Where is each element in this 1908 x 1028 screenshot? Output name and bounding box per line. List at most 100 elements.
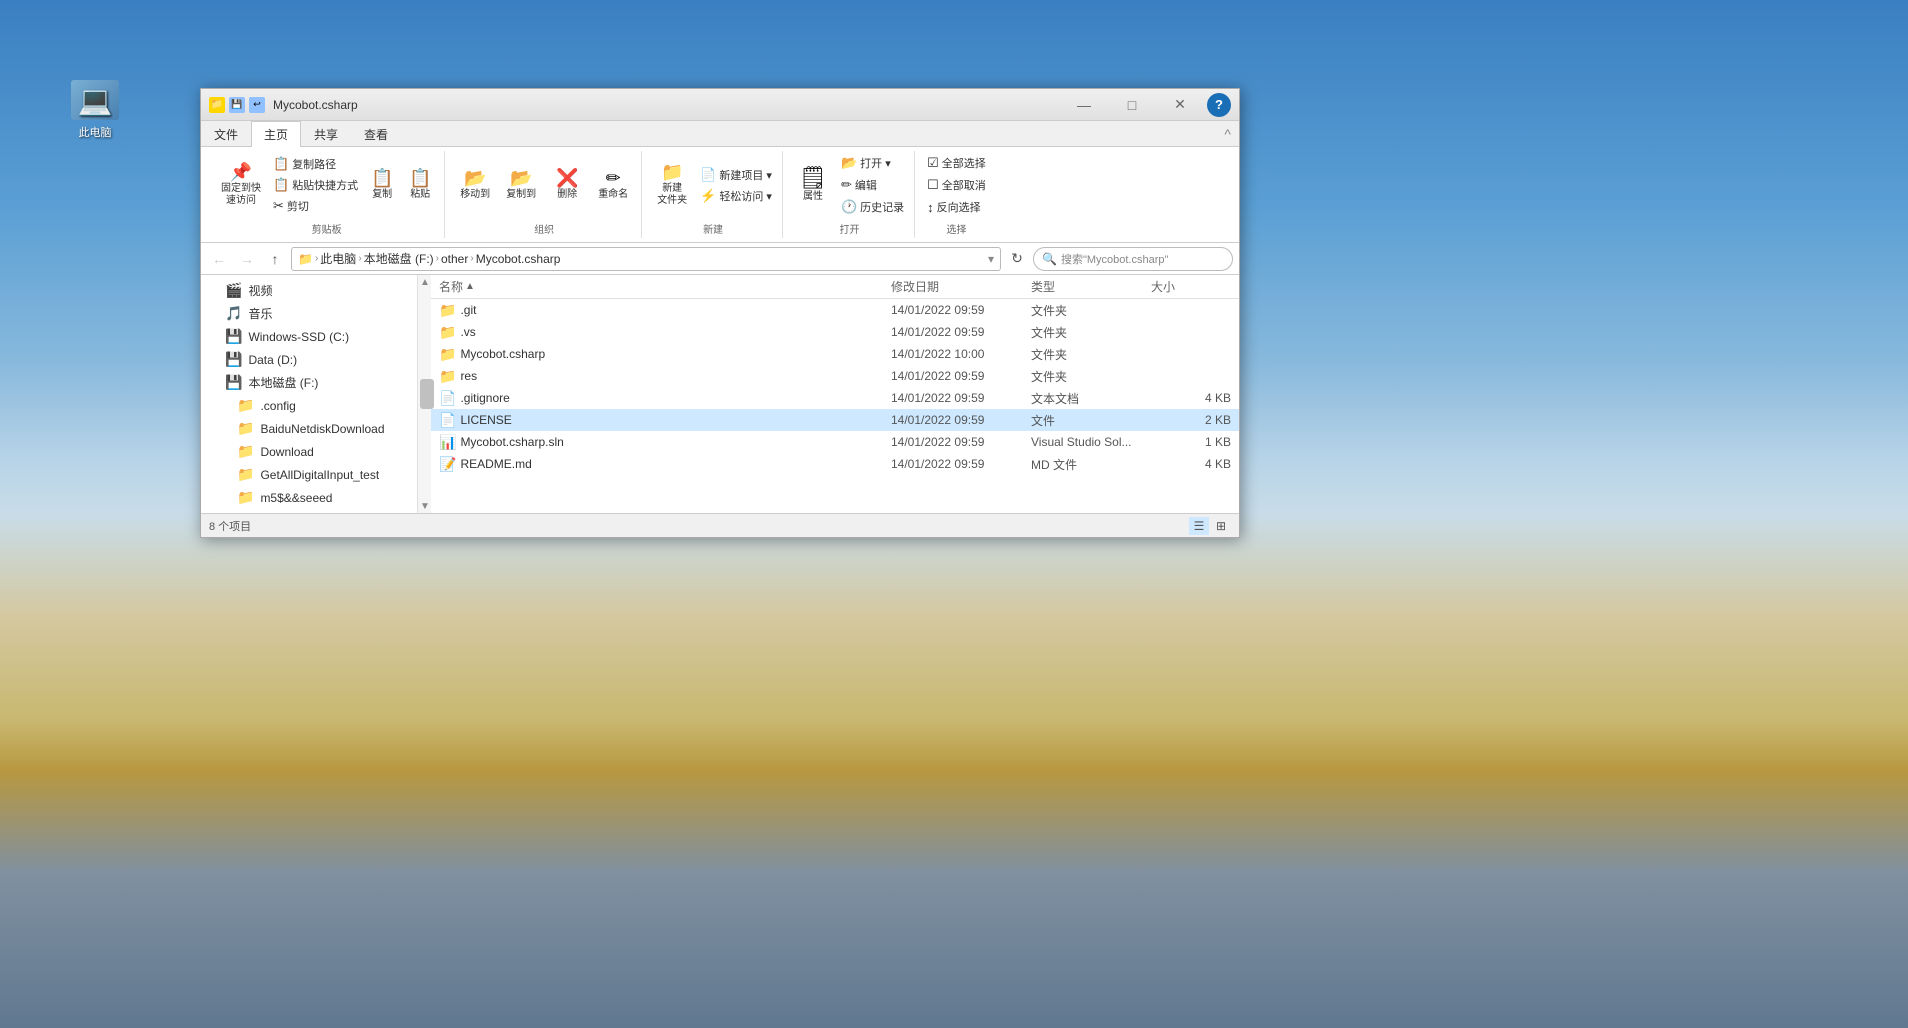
back-button[interactable]: ←	[207, 247, 231, 271]
deselect-all-button[interactable]: ☐ 全部取消	[923, 175, 990, 195]
sidebar-item-videos[interactable]: 🎬 视频	[201, 279, 430, 302]
vs-folder-icon: 📁	[439, 324, 456, 341]
col-header-date[interactable]: 修改日期	[891, 278, 1031, 295]
drive-f-icon: 💾	[225, 374, 242, 391]
copy-path-button[interactable]: 📋 复制路径	[269, 154, 362, 174]
baidunetdisk-folder-icon: 📁	[237, 420, 254, 437]
readme-file-icon: 📝	[439, 456, 456, 473]
download-folder-icon: 📁	[237, 443, 254, 460]
file-row-gitignore[interactable]: 📄 .gitignore 14/01/2022 09:59 文本文档 4 KB	[431, 387, 1239, 409]
new-folder-button[interactable]: 📁 新建文件夹	[650, 160, 694, 210]
sidebar-item-windows-ssd[interactable]: 💾 Windows-SSD (C:)	[201, 325, 430, 348]
sidebar-item-config[interactable]: 📁 .config	[201, 394, 430, 417]
deselect-all-icon: ☐	[927, 177, 939, 193]
file-row-res[interactable]: 📁 res 14/01/2022 09:59 文件夹	[431, 365, 1239, 387]
edit-icon: ✏	[841, 177, 852, 193]
close-button[interactable]: ✕	[1157, 93, 1203, 117]
search-bar[interactable]: 🔍 搜索"Mycobot.csharp"	[1033, 247, 1233, 271]
help-button[interactable]: ?	[1207, 93, 1231, 117]
explorer-window: 📁 💾 ↩ Mycobot.csharp — □ ✕ ? 文件 主页 共享 查看…	[200, 88, 1240, 538]
delete-icon: ❌	[556, 169, 578, 187]
paste-button[interactable]: 📋 粘贴	[402, 166, 438, 204]
new-item-icon: 📄	[700, 167, 716, 183]
clipboard-items: 📌 固定到快速访问 📋 复制路径 📋 粘贴快捷方式 ✂ 剪切	[215, 151, 438, 219]
minimize-button[interactable]: —	[1061, 93, 1107, 117]
file-row-git[interactable]: 📁 .git 14/01/2022 09:59 文件夹	[431, 299, 1239, 321]
forward-button[interactable]: →	[235, 247, 259, 271]
pin-button[interactable]: 📌 固定到快速访问	[215, 160, 267, 210]
breadcrumb-drive: 本地磁盘 (F:)	[364, 250, 434, 267]
copy-to-button[interactable]: 📂 复制到	[499, 166, 543, 204]
cut-button[interactable]: ✂ 剪切	[269, 196, 362, 216]
large-icon-view-button[interactable]: ⊞	[1211, 517, 1231, 535]
col-header-name[interactable]: 名称 ▲	[439, 278, 891, 295]
minirobot-folder-icon: 📁	[237, 512, 254, 513]
maximize-button[interactable]: □	[1109, 93, 1155, 117]
tab-view[interactable]: 查看	[351, 121, 401, 147]
open-button[interactable]: 📂 打开 ▾	[837, 153, 908, 173]
new-item-button[interactable]: 📄 新建项目 ▾	[696, 165, 776, 185]
file-row-vs[interactable]: 📁 .vs 14/01/2022 09:59 文件夹	[431, 321, 1239, 343]
address-bar[interactable]: 📁 › 此电脑 › 本地磁盘 (F:) › other › Mycobot.cs…	[291, 247, 1001, 271]
nav-scroll-thumb[interactable]	[420, 379, 434, 409]
sidebar-item-baidunetdisk[interactable]: 📁 BaiduNetdiskDownload	[201, 417, 430, 440]
sidebar-item-data-d[interactable]: 💾 Data (D:)	[201, 348, 430, 371]
easy-access-icon: ⚡	[700, 188, 716, 204]
col-header-type[interactable]: 类型	[1031, 278, 1151, 295]
nav-scrollbar: ▲ ▼	[417, 275, 431, 513]
ribbon-group-select: ☑ 全部选择 ☐ 全部取消 ↕ 反向选择 选择	[917, 151, 996, 238]
sln-file-icon: 📊	[439, 434, 456, 451]
ribbon: 📌 固定到快速访问 📋 复制路径 📋 粘贴快捷方式 ✂ 剪切	[201, 147, 1239, 243]
properties-button[interactable]: 🗒 属性	[791, 164, 835, 206]
music-icon: 🎵	[225, 305, 242, 322]
sidebar-item-getalldigital[interactable]: 📁 GetAllDigitalInput_test	[201, 463, 430, 486]
nav-scroll-down[interactable]: ▼	[418, 499, 432, 513]
config-folder-icon: 📁	[237, 397, 254, 414]
up-button[interactable]: ↑	[263, 247, 287, 271]
open-label: 打开	[840, 219, 860, 238]
tab-home[interactable]: 主页	[251, 121, 301, 147]
history-icon: 🕐	[841, 199, 857, 215]
videos-icon: 🎬	[225, 282, 242, 299]
paste-shortcut-button[interactable]: 📋 粘贴快捷方式	[269, 175, 362, 195]
address-dropdown-icon[interactable]: ▾	[988, 252, 994, 266]
file-row-license[interactable]: 📄 LICENSE 14/01/2022 09:59 文件 2 KB	[431, 409, 1239, 431]
new-label: 新建	[703, 219, 723, 238]
desktop-icon-computer[interactable]: 💻 此电脑	[60, 80, 130, 140]
ribbon-group-organize: 📂 移动到 📂 复制到 ❌ 删除 ✏ 重命名 组织	[447, 151, 642, 238]
ribbon-group-new: 📁 新建文件夹 📄 新建项目 ▾ ⚡ 轻松访问 ▾ 新建	[644, 151, 783, 238]
select-label: 选择	[946, 219, 966, 238]
ribbon-collapse-button[interactable]: ^	[1216, 121, 1239, 146]
edit-button[interactable]: ✏ 编辑	[837, 175, 908, 195]
col-header-size[interactable]: 大小	[1151, 278, 1231, 295]
file-row-sln[interactable]: 📊 Mycobot.csharp.sln 14/01/2022 09:59 Vi…	[431, 431, 1239, 453]
item-count: 8 个项目	[209, 518, 251, 534]
history-button[interactable]: 🕐 历史记录	[837, 197, 908, 217]
sidebar-item-download[interactable]: 📁 Download	[201, 440, 430, 463]
delete-button[interactable]: ❌ 删除	[545, 166, 589, 204]
invert-select-button[interactable]: ↕ 反向选择	[923, 197, 990, 217]
detail-view-button[interactable]: ☰	[1189, 517, 1209, 535]
select-all-button[interactable]: ☑ 全部选择	[923, 153, 990, 173]
move-to-button[interactable]: 📂 移动到	[453, 166, 497, 204]
tab-share[interactable]: 共享	[301, 121, 351, 147]
nav-pane-container: 🎬 视频 🎵 音乐 💾 Windows-SSD (C:) 💾 Data (D:)…	[201, 275, 431, 513]
copy-button[interactable]: 📋 复制	[364, 166, 400, 204]
rename-button[interactable]: ✏ 重命名	[591, 166, 635, 204]
sidebar-item-m58seeed[interactable]: 📁 m5$&&seeed	[201, 486, 430, 509]
sidebar-item-minirobot[interactable]: 📁 minirobot	[201, 509, 430, 513]
address-area: ← → ↑ 📁 › 此电脑 › 本地磁盘 (F:) › other › Myco…	[201, 243, 1239, 275]
file-row-readme[interactable]: 📝 README.md 14/01/2022 09:59 MD 文件 4 KB	[431, 453, 1239, 475]
sidebar-item-local-f[interactable]: 💾 本地磁盘 (F:)	[201, 371, 430, 394]
refresh-button[interactable]: ↻	[1005, 247, 1029, 271]
easy-access-button[interactable]: ⚡ 轻松访问 ▾	[696, 186, 776, 206]
folder-icon-title: 📁	[209, 97, 225, 113]
copy-to-icon: 📂	[510, 169, 532, 187]
gitignore-file-icon: 📄	[439, 390, 456, 407]
nav-scroll-up[interactable]: ▲	[418, 275, 432, 289]
sidebar-item-music[interactable]: 🎵 音乐	[201, 302, 430, 325]
copy-path-icon: 📋	[273, 156, 289, 172]
file-row-mycobot-folder[interactable]: 📁 Mycobot.csharp 14/01/2022 10:00 文件夹	[431, 343, 1239, 365]
tab-file[interactable]: 文件	[201, 121, 251, 147]
desktop-icon-label: 此电脑	[79, 124, 112, 140]
